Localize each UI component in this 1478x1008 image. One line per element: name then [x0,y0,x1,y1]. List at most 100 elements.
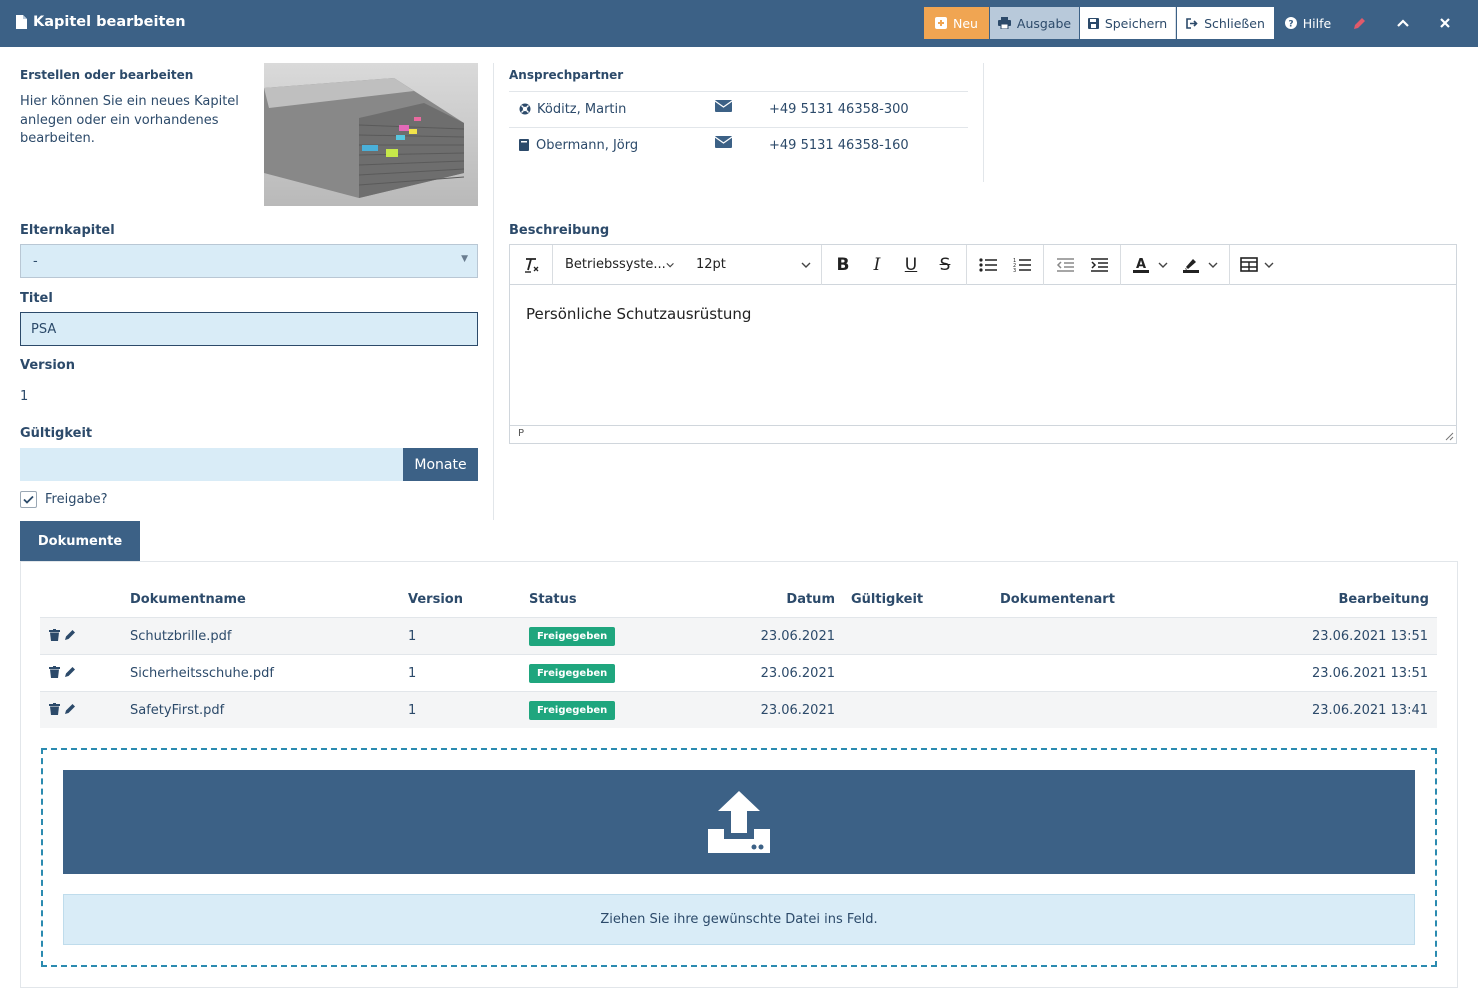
indent-icon [1091,257,1108,272]
status-badge: Freigegeben [529,701,616,720]
toolbar-group-indent [1044,244,1121,285]
envelope-icon[interactable] [715,136,732,148]
font-size-select[interactable]: 12pt [684,245,821,285]
title-input[interactable]: PSA [20,312,478,346]
column-header-version[interactable]: Version [408,592,463,607]
cell-name[interactable]: SafetyFirst.pdf [130,703,224,718]
table-row: SafetyFirst.pdf 1 Freigegeben 23.06.2021… [40,691,1437,728]
pencil-icon[interactable] [64,629,76,641]
chevron-down-icon [1158,262,1168,268]
chevron-down-icon [1264,262,1274,268]
close-window-button[interactable] [1430,7,1460,39]
svg-text:3: 3 [1013,268,1016,273]
cell-name[interactable]: Sicherheitsschuhe.pdf [130,666,274,681]
contact-phone[interactable]: +49 5131 46358-300 [769,102,909,117]
caret-down-icon: ▼ [461,254,468,264]
italic-button[interactable]: I [860,245,894,285]
title-label: Titel [20,291,53,306]
column-header-type[interactable]: Dokumentenart [1000,592,1115,607]
output-button[interactable]: Ausgabe [990,7,1079,39]
toolbar-group-lists: 123 [967,244,1044,285]
parent-chapter-label: Elternkapitel [20,223,115,238]
column-header-date[interactable]: Datum [735,592,835,607]
bold-button[interactable]: B [826,245,860,285]
validity-input[interactable] [20,448,403,481]
numbered-list-button[interactable]: 123 [1005,245,1039,285]
contact-phone[interactable]: +49 5131 46358-160 [769,138,909,153]
strikethrough-button[interactable]: S [928,245,962,285]
cell-edited: 23.06.2021 13:41 [1311,703,1428,718]
column-header-validity[interactable]: Gültigkeit [851,592,923,607]
cell-version: 1 [408,703,417,718]
highlight-color-button[interactable] [1175,245,1225,285]
document-icon [16,15,27,29]
trash-icon[interactable] [49,629,60,641]
cell-version: 1 [408,666,417,681]
pencil-icon [1353,17,1365,29]
description-label: Beschreibung [509,223,610,238]
save-button-label: Speichern [1104,15,1168,31]
cell-date: 23.06.2021 [760,629,835,644]
help-button[interactable]: ? Hilfe [1278,7,1338,39]
upload-icon [708,791,770,853]
collapse-button[interactable] [1388,7,1418,39]
contacts-title: Ansprechpartner [509,68,624,82]
bullet-list-button[interactable] [971,245,1005,285]
validity-unit-addon: Monate [403,448,478,481]
trash-icon[interactable] [49,666,60,678]
toolbar-group-table [1230,245,1284,285]
parent-chapter-value: - [33,254,38,269]
text-color-button[interactable]: A [1125,245,1175,285]
save-button[interactable]: Speichern [1080,7,1176,39]
contact-row: Obermann, Jörg +49 5131 46358-160 [509,127,968,162]
font-family-value: Betriebssyste... [565,257,666,272]
version-label: Version [20,358,75,373]
editor-content[interactable]: Persönliche Schutzausrüstung [526,305,751,323]
tab-documents[interactable]: Dokumente [20,521,140,561]
indent-button[interactable] [1082,245,1116,285]
drop-hint: Ziehen Sie ihre gewünschte Datei ins Fel… [63,894,1415,945]
outdent-icon [1056,257,1074,272]
title-input-value: PSA [31,322,57,337]
column-header-status[interactable]: Status [529,592,577,607]
cell-date: 23.06.2021 [760,703,835,718]
upload-area[interactable] [63,770,1415,874]
toolbar-group-clear [510,244,553,285]
font-family-select[interactable]: Betriebssyste... [553,245,684,285]
column-header-name[interactable]: Dokumentname [130,592,246,607]
cell-name[interactable]: Schutzbrille.pdf [130,629,231,644]
sign-out-icon [1186,17,1198,29]
edit-mode-button[interactable] [1344,7,1374,39]
table-button[interactable] [1234,245,1280,285]
outdent-button[interactable] [1048,245,1082,285]
table-row: Schutzbrille.pdf 1 Freigegeben 23.06.202… [40,617,1437,654]
text-color-icon: A [1133,257,1149,273]
parent-chapter-select[interactable]: - ▼ [20,244,478,278]
resize-handle-icon[interactable] [1445,432,1454,441]
contact-name-text: Köditz, Martin [537,101,627,117]
italic-icon: I [873,254,881,275]
row-actions [49,629,76,641]
toolbar-group-colors: A [1121,244,1230,285]
clear-format-icon [525,257,539,273]
release-checkbox-label: Freigabe? [45,492,108,507]
column-header-edited[interactable]: Bearbeitung [1229,592,1429,607]
new-button[interactable]: Neu [924,7,989,39]
bold-icon: B [836,254,850,275]
bullet-list-icon [979,257,997,272]
pencil-icon[interactable] [64,703,76,715]
element-path: P [518,428,525,439]
version-value: 1 [20,389,29,404]
envelope-icon[interactable] [715,100,732,112]
svg-text:?: ? [1288,20,1293,30]
clear-format-button[interactable] [510,245,552,285]
close-form-button[interactable]: Schließen [1177,7,1274,39]
pencil-icon[interactable] [64,666,76,678]
output-button-label: Ausgabe [1016,15,1072,31]
contact-row: Köditz, Martin +49 5131 46358-300 [509,91,968,126]
release-checkbox[interactable] [20,491,37,508]
contacts-divider [983,63,984,182]
underline-button[interactable]: U [894,245,928,285]
rich-text-editor: Betriebssyste... 12pt B I U S 123 A Pers… [509,244,1457,444]
trash-icon[interactable] [49,703,60,715]
